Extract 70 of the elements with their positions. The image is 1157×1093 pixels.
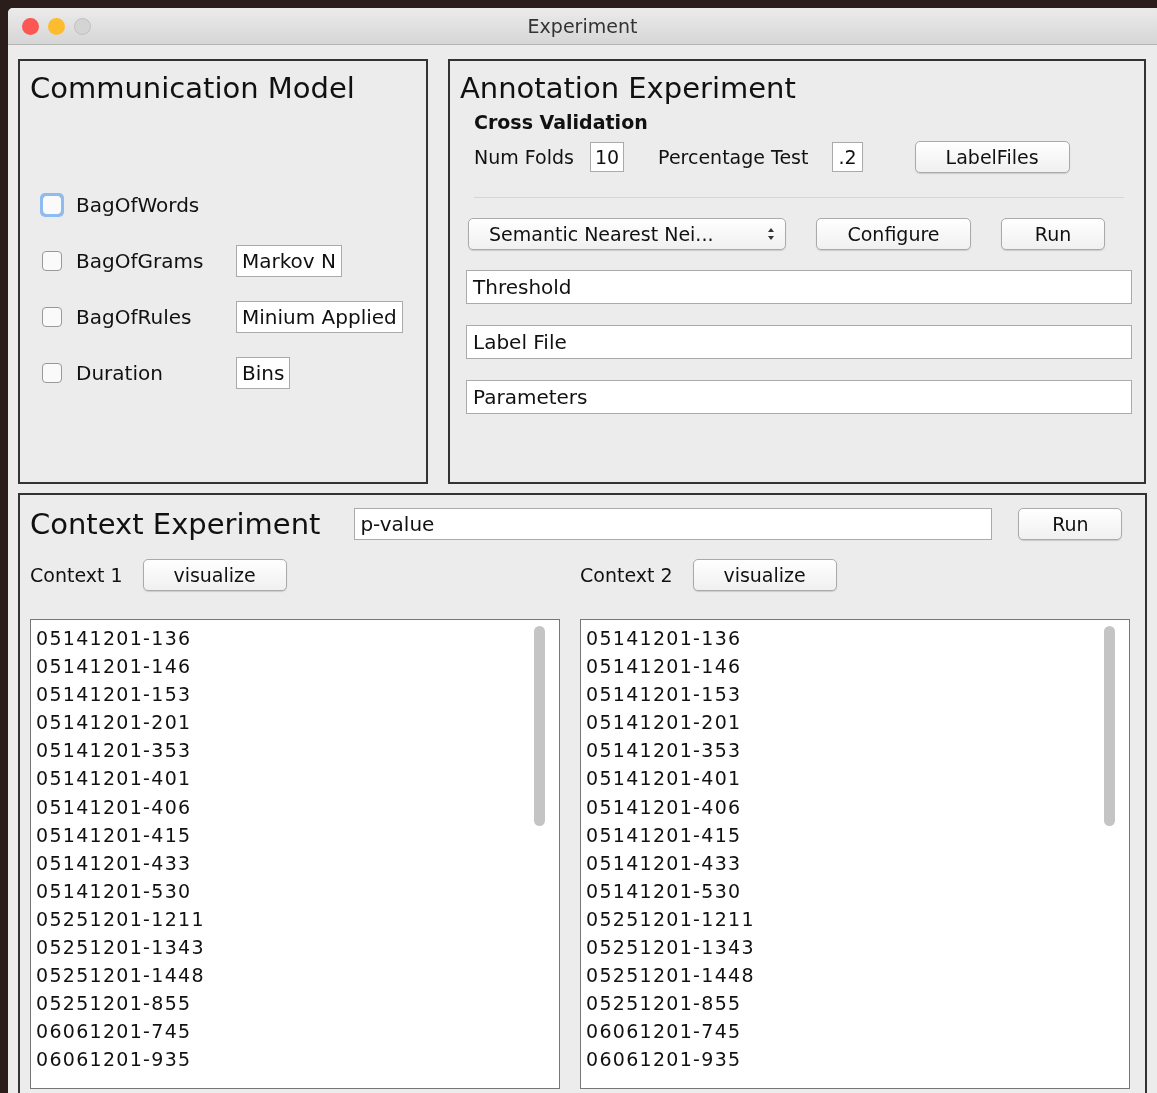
- method-dropdown[interactable]: Semantic Nearest Nei...: [468, 218, 786, 250]
- input-field[interactable]: Threshold: [466, 270, 1132, 304]
- checkbox-label: BagOfGrams: [76, 249, 205, 273]
- checkbox[interactable]: [42, 307, 62, 327]
- list-item[interactable]: 05141201-401: [586, 764, 1129, 793]
- context-label: Context 2: [580, 564, 673, 586]
- configure-button[interactable]: Configure: [816, 218, 971, 250]
- list-item[interactable]: 05141201-201: [586, 708, 1129, 737]
- input-field[interactable]: Markov N: [236, 245, 342, 277]
- section-heading: Cross Validation: [474, 111, 649, 133]
- list-item[interactable]: 05251201-855: [586, 989, 1129, 1018]
- zoom-icon[interactable]: [74, 17, 91, 35]
- percentage-test-field[interactable]: .2: [832, 142, 863, 172]
- list-item[interactable]: 05141201-136: [36, 624, 559, 653]
- list-item[interactable]: 05141201-353: [36, 736, 559, 765]
- visualize-button[interactable]: visualize: [692, 559, 837, 591]
- list-item[interactable]: 05251201-1343: [36, 933, 559, 962]
- run-button[interactable]: Run: [1001, 218, 1105, 250]
- list-item[interactable]: 05251201-1343: [586, 933, 1129, 962]
- list-item[interactable]: 05141201-153: [36, 680, 559, 709]
- run-button[interactable]: Run: [1018, 508, 1123, 540]
- panel-title: Annotation Experiment: [460, 71, 797, 105]
- scrollbar-thumb[interactable]: [1104, 626, 1115, 826]
- list-item[interactable]: 05141201-433: [586, 848, 1129, 877]
- list-item[interactable]: 06061201-745: [586, 1017, 1129, 1046]
- close-icon[interactable]: [22, 17, 39, 35]
- visualize-button[interactable]: visualize: [142, 559, 287, 591]
- list-item[interactable]: 06061201-935: [36, 1045, 559, 1074]
- checkbox-label: Duration: [76, 361, 164, 385]
- list-item[interactable]: 05141201-530: [586, 876, 1129, 905]
- checkbox[interactable]: [42, 251, 62, 271]
- list-item[interactable]: 06061201-935: [586, 1045, 1129, 1074]
- input-field[interactable]: Label File: [466, 325, 1132, 359]
- field-label: Num Folds: [474, 146, 574, 168]
- panel-title: Communication Model: [30, 71, 356, 105]
- list-item[interactable]: 05141201-153: [586, 680, 1129, 709]
- input-field[interactable]: Parameters: [466, 380, 1132, 414]
- list-item[interactable]: 05251201-1448: [586, 961, 1129, 990]
- list-item[interactable]: 05251201-855: [36, 989, 559, 1018]
- window-title: Experiment: [527, 15, 638, 37]
- list-item[interactable]: 05251201-1211: [36, 904, 559, 934]
- list-item[interactable]: 05141201-146: [586, 652, 1129, 681]
- list-item[interactable]: 05141201-406: [586, 792, 1129, 821]
- list-item[interactable]: 05141201-433: [36, 848, 559, 877]
- list-item[interactable]: 05141201-201: [36, 708, 559, 737]
- minimize-icon[interactable]: [48, 17, 65, 35]
- input-field[interactable]: Minium Applied: [236, 301, 403, 333]
- field-label: Percentage Test: [658, 146, 809, 168]
- list-item[interactable]: 05141201-415: [586, 820, 1129, 849]
- list-item[interactable]: 05251201-1211: [586, 904, 1129, 934]
- list-item[interactable]: 05141201-146: [36, 652, 559, 681]
- checkbox-label: BagOfRules: [76, 305, 193, 329]
- list-item[interactable]: 05141201-353: [586, 736, 1129, 765]
- label-files-button[interactable]: LabelFiles: [914, 141, 1070, 173]
- list-item[interactable]: 06061201-745: [36, 1017, 559, 1046]
- list-item[interactable]: 05251201-1448: [36, 961, 559, 990]
- list-item[interactable]: 05141201-401: [36, 764, 559, 793]
- checkbox-label: BagOfWords: [76, 193, 201, 217]
- list-item[interactable]: 05141201-530: [36, 876, 559, 905]
- num-folds-field[interactable]: 10: [589, 142, 625, 172]
- input-field[interactable]: Bins: [236, 357, 291, 389]
- p-value-field[interactable]: p-value: [354, 508, 993, 540]
- checkbox[interactable]: [42, 363, 62, 383]
- stepper-arrows-icon: [767, 226, 775, 242]
- context-label: Context 1: [30, 564, 123, 586]
- list-item[interactable]: 05141201-415: [36, 820, 559, 849]
- list-item[interactable]: 05141201-406: [36, 792, 559, 821]
- panel-title: Context Experiment: [30, 507, 321, 541]
- list-item[interactable]: 05141201-136: [586, 624, 1129, 653]
- scrollbar-thumb[interactable]: [534, 626, 545, 826]
